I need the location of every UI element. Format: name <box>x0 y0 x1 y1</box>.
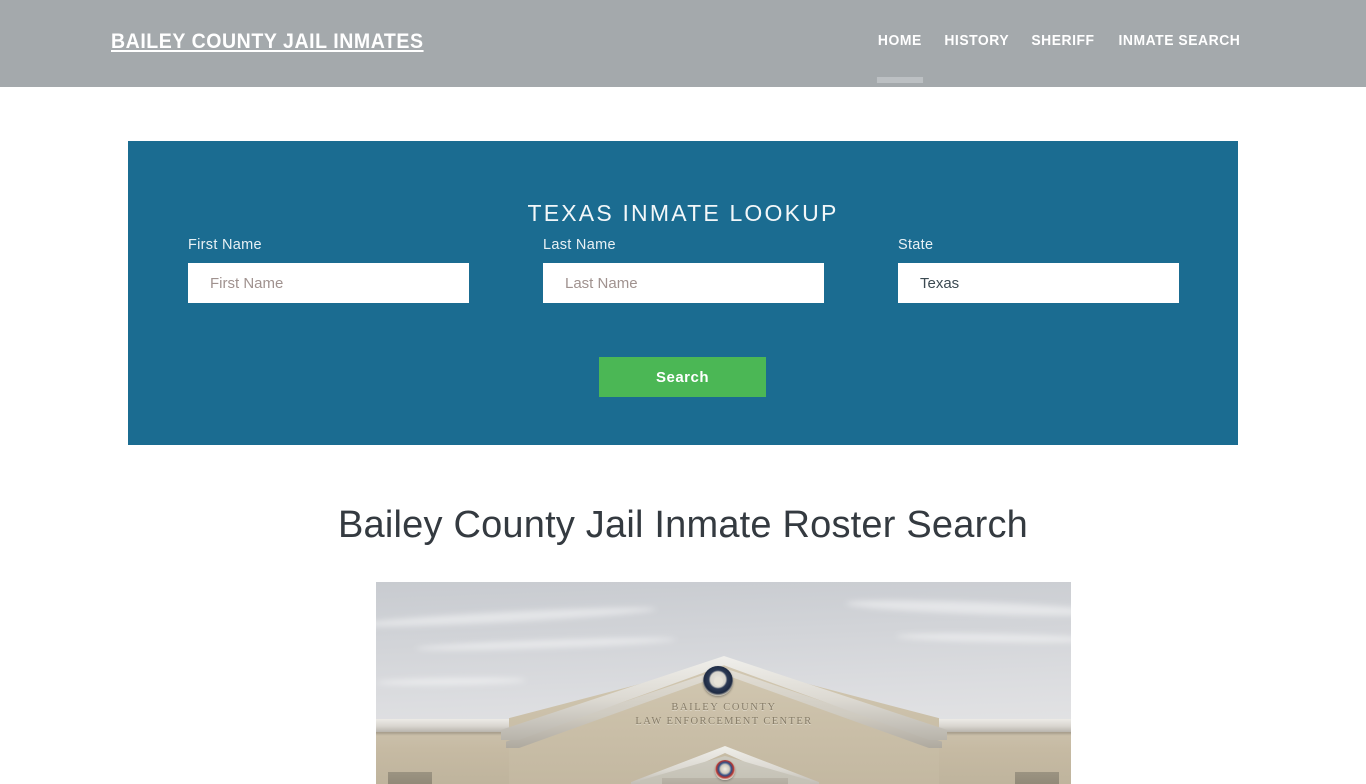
nav-item-inmate-search[interactable]: Inmate Search <box>1109 33 1250 49</box>
nav-item-history[interactable]: History <box>934 33 1018 49</box>
state-label: State <box>898 237 934 253</box>
search-button[interactable]: Search <box>599 357 766 397</box>
first-name-input[interactable] <box>188 263 469 303</box>
last-name-label: Last Name <box>543 237 616 253</box>
state-select[interactable]: Texas <box>898 263 1179 303</box>
site-header: Bailey County Jail Inmates Home History … <box>0 0 1366 87</box>
nav-item-sheriff[interactable]: Sheriff <box>1022 33 1104 49</box>
last-name-input[interactable] <box>543 263 824 303</box>
building-photo: BAILEY COUNTY LAW ENFORCEMENT CENTER <box>376 582 1071 784</box>
jail-building-image: BAILEY COUNTY LAW ENFORCEMENT CENTER <box>376 582 1071 784</box>
building-engraving-line2: LAW ENFORCEMENT CENTER <box>635 716 813 727</box>
building-window-right <box>1015 772 1059 784</box>
nav-item-home[interactable]: Home <box>868 33 931 49</box>
page-title: Bailey County Jail Inmate Roster Search <box>337 504 1028 546</box>
texas-seal-icon <box>703 666 733 696</box>
lookup-panel-title: Texas Inmate Lookup <box>527 200 839 227</box>
building-window-left <box>388 772 432 784</box>
site-logo[interactable]: Bailey County Jail Inmates <box>111 30 424 54</box>
inmate-lookup-panel: Texas Inmate Lookup First Name Last Name… <box>128 141 1238 445</box>
building-engraving-line1: BAILEY COUNTY <box>671 702 777 713</box>
state-field-group: State Texas <box>898 237 1179 303</box>
last-name-field-group: Last Name <box>543 237 824 303</box>
main-navigation: Home History Sheriff Inmate Search <box>867 33 1253 49</box>
first-name-label: First Name <box>188 237 262 253</box>
first-name-field-group: First Name <box>188 237 469 303</box>
texas-flag-seal-icon <box>715 760 735 780</box>
